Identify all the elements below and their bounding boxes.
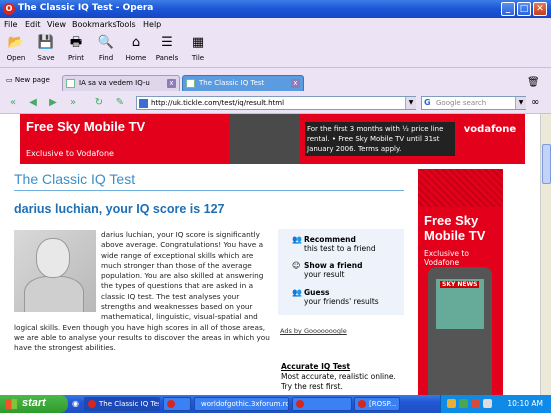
window-title: The Classic IQ Test - Opera — [18, 3, 154, 13]
info-icon — [139, 99, 148, 108]
scrollbar-thumb[interactable] — [542, 144, 551, 184]
system-tray: 10:10 AM — [440, 395, 551, 413]
url-dropdown-icon[interactable]: ▼ — [405, 97, 416, 109]
quick-launch-icon[interactable]: ◉ — [72, 399, 79, 408]
edit-icon[interactable]: ✎ — [113, 97, 127, 109]
print-button[interactable]: 🖶 Print — [63, 34, 89, 62]
page-favicon-icon — [186, 79, 195, 88]
page-title: The Classic IQ Test — [14, 171, 136, 187]
volume-icon[interactable] — [483, 399, 492, 408]
phone-image — [230, 114, 300, 164]
title-bar: O The Classic IQ Test - Opera _ □ ✕ — [0, 0, 551, 18]
tile-icon: ▦ — [191, 35, 205, 50]
folder-icon: 📂 — [7, 35, 25, 50]
menu-tools[interactable]: Tools — [116, 20, 136, 29]
taskbar-item-worldofgothic[interactable]: worldofgothic.3xforum.ro — [194, 397, 289, 411]
find-button[interactable]: 🔍 Find — [93, 34, 119, 62]
tray-icon[interactable] — [459, 399, 468, 408]
google-icon: G — [424, 98, 431, 107]
search-input[interactable]: G Google search — [421, 96, 526, 110]
menu-help[interactable]: Help — [143, 20, 161, 29]
home-icon: ⌂ — [131, 35, 141, 50]
magnifier-icon: 🔍 — [97, 35, 115, 50]
search-dropdown-icon[interactable]: ▼ — [515, 97, 526, 109]
side-ad-headline: Free Sky Mobile TV — [424, 213, 486, 243]
start-button[interactable]: start — [0, 395, 68, 413]
vertical-scrollbar[interactable] — [540, 114, 551, 395]
menu-bar: File Edit View Bookmarks Tools Help — [0, 18, 551, 32]
guess-link[interactable]: 👥 Guess your friends' results — [292, 288, 379, 306]
smiley-icon: ☺ — [292, 261, 301, 270]
taskbar-item-4[interactable] — [292, 397, 352, 411]
printer-icon: 🖶 — [69, 35, 83, 50]
zoom-glasses-icon[interactable]: ∞ — [531, 97, 539, 108]
people-icon: 👥 — [292, 288, 302, 297]
close-tab-icon[interactable]: x — [291, 79, 300, 88]
score-heading: darius luchian, your IQ score is 127 — [14, 202, 225, 216]
panels-icon: ☰ — [161, 35, 173, 50]
page-viewport: Free Sky Mobile TV Exclusive to Vodafone… — [0, 114, 540, 395]
banner-promo: For the first 3 months with ½ price line… — [305, 122, 455, 156]
save-button[interactable]: 💾 Save — [33, 34, 59, 62]
tray-icon[interactable] — [471, 399, 480, 408]
minimize-button[interactable]: _ — [501, 2, 515, 16]
new-page-icon: ▭ — [6, 76, 15, 84]
tile-button[interactable]: ▦ Tile — [185, 34, 211, 62]
show-friend-link[interactable]: ☺ Show a friend your result — [292, 261, 362, 279]
taskbar: start ◉ The Classic IQ Test -... worldof… — [0, 395, 551, 413]
forward-icon[interactable]: ▶ — [46, 97, 60, 109]
tray-icon[interactable] — [447, 399, 456, 408]
menu-file[interactable]: File — [4, 20, 17, 29]
menu-bookmarks[interactable]: Bookmarks — [72, 20, 117, 29]
banner-sub: Exclusive to Vodafone — [26, 149, 114, 158]
panels-button[interactable]: ☰ Panels — [154, 34, 180, 62]
banner-headline: Free Sky Mobile TV — [26, 119, 146, 134]
new-page-button[interactable]: ▭ New page — [6, 76, 50, 84]
accurate-iq-link[interactable]: Accurate IQ Test — [281, 362, 350, 371]
top-banner-ad[interactable]: Free Sky Mobile TV Exclusive to Vodafone… — [20, 114, 525, 164]
tab-ia-sa-va-vedem[interactable]: IA sa va vedem IQ-u x — [62, 75, 180, 91]
opera-icon — [88, 400, 96, 408]
page-favicon-icon — [66, 79, 75, 88]
side-banner-ad[interactable]: Free Sky Mobile TV Exclusive to Vodafone… — [418, 169, 503, 395]
tab-bar: ▭ New page IA sa va vedem IQ-u x The Cla… — [0, 68, 551, 92]
sky-news-label: SKY NEWS — [440, 281, 480, 288]
fast-forward-icon[interactable]: » — [66, 97, 80, 109]
clock: 10:10 AM — [507, 399, 543, 408]
taskbar-item-2[interactable] — [163, 397, 191, 411]
opera-icon: O — [3, 3, 15, 15]
open-button[interactable]: 📂 Open — [3, 34, 29, 62]
menu-view[interactable]: View — [47, 20, 66, 29]
maximize-button[interactable]: □ — [517, 2, 531, 16]
phone-image: SKY NEWS — [428, 267, 492, 395]
result-paragraph: darius luchian, your IQ score is signifi… — [14, 230, 270, 353]
vodafone-logo: vodafone — [463, 124, 517, 135]
disk-icon: 💾 — [37, 35, 55, 50]
menu-edit[interactable]: Edit — [25, 20, 41, 29]
ads-by-google-link[interactable]: Ads by Gooooooogle — [280, 327, 347, 335]
reload-icon[interactable]: ↻ — [92, 97, 106, 109]
url-input[interactable]: http://uk.tickle.com/test/iq/result.html — [136, 96, 416, 110]
home-button[interactable]: ⌂ Home — [123, 34, 149, 62]
back-icon[interactable]: ◀ — [26, 97, 40, 109]
close-tab-icon[interactable]: x — [167, 79, 176, 88]
share-box: 👥 Recommend this test to a friend ☺ Show… — [278, 229, 404, 315]
windows-flag-icon — [6, 399, 17, 409]
address-bar: « ◀ ▶ » ↻ ✎ http://uk.tickle.com/test/iq… — [0, 92, 551, 114]
main-toolbar: 📂 Open 💾 Save 🖶 Print 🔍 Find ⌂ Home ☰ Panels ▦… — [0, 32, 551, 68]
trash-icon[interactable]: 🗑 — [527, 77, 540, 88]
accurate-iq-ad[interactable]: Accurate IQ Test Most accurate, realisti… — [281, 362, 396, 392]
taskbar-item-opera[interactable]: The Classic IQ Test -... — [84, 397, 160, 411]
title-divider — [14, 190, 404, 191]
taskbar-item-rosp[interactable]: [ROSP... — [354, 397, 400, 411]
close-button[interactable]: ✕ — [533, 2, 547, 16]
recommend-icon: 👥 — [292, 235, 302, 244]
tab-classic-iq-test[interactable]: The Classic IQ Test x — [182, 75, 304, 91]
recommend-link[interactable]: 👥 Recommend this test to a friend — [292, 235, 376, 253]
side-ad-sub: Exclusive to Vodafone — [424, 249, 469, 267]
rewind-icon[interactable]: « — [6, 97, 20, 109]
